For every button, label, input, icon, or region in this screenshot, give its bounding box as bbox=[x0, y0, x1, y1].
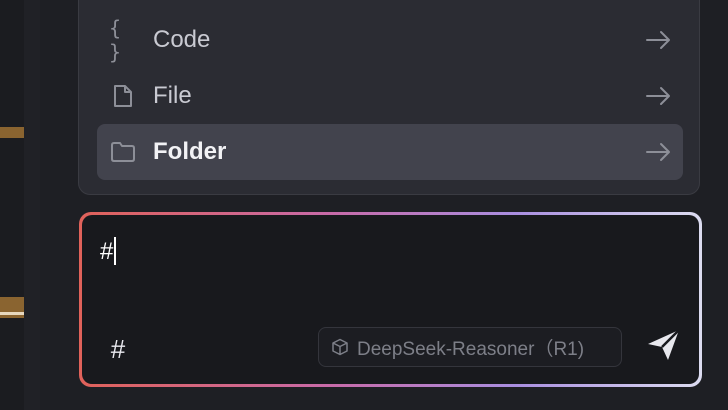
file-icon bbox=[109, 84, 137, 108]
model-name: DeepSeek-Reasoner（R1) bbox=[357, 338, 585, 360]
composer-screen: { } Code File Folder # # DeepSeek-Reason… bbox=[0, 0, 728, 410]
arrow-right-icon bbox=[645, 140, 673, 164]
cube-icon bbox=[331, 338, 349, 356]
input-value: # bbox=[100, 238, 114, 265]
menu-item-code[interactable]: { } Code bbox=[97, 12, 683, 68]
editor-gutter bbox=[0, 0, 40, 410]
folder-icon bbox=[109, 140, 137, 164]
arrow-right-icon bbox=[645, 28, 673, 52]
gutter-change-marker bbox=[0, 297, 24, 318]
chat-input-inner: # # DeepSeek-Reasoner（R1) bbox=[82, 215, 699, 384]
menu-item-label: File bbox=[153, 82, 192, 109]
send-button[interactable] bbox=[642, 327, 686, 367]
menu-item-file[interactable]: File bbox=[97, 68, 683, 124]
send-icon bbox=[646, 328, 682, 367]
arrow-right-icon bbox=[645, 84, 673, 108]
text-caret bbox=[114, 237, 117, 265]
gutter-change-marker bbox=[0, 127, 24, 138]
model-selector[interactable]: DeepSeek-Reasoner（R1) bbox=[318, 327, 622, 367]
chat-input[interactable]: # bbox=[100, 237, 117, 267]
hash-context-button[interactable]: # bbox=[104, 333, 132, 365]
menu-item-folder[interactable]: Folder bbox=[97, 124, 683, 180]
code-braces-icon: { } bbox=[109, 16, 125, 64]
gutter-divider bbox=[24, 0, 40, 410]
menu-item-label: Folder bbox=[153, 138, 227, 165]
chat-input-box: # # DeepSeek-Reasoner（R1) bbox=[79, 212, 702, 387]
context-menu: { } Code File Folder bbox=[78, 0, 700, 195]
menu-item-label: Code bbox=[153, 26, 211, 53]
